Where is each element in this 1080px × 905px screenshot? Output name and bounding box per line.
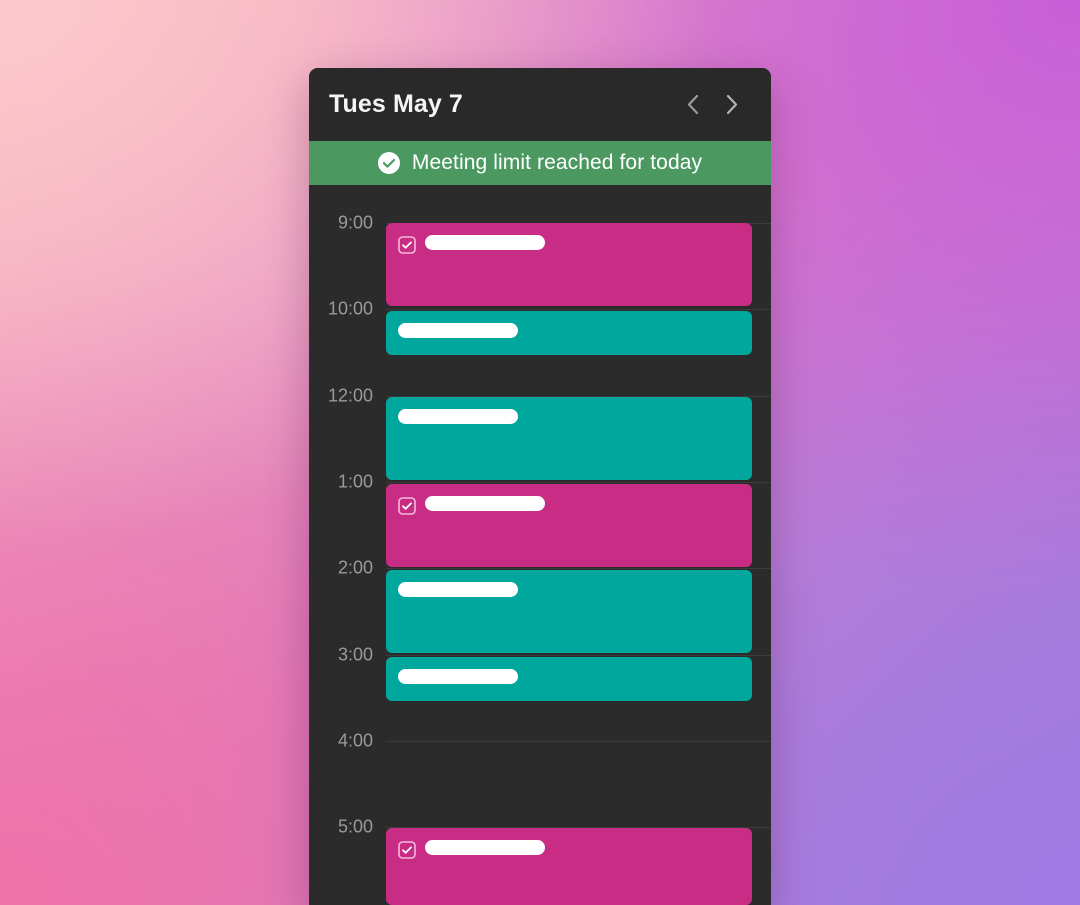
- event-title-placeholder: [425, 496, 545, 511]
- time-label: 9:00: [337, 212, 373, 233]
- event-title-placeholder: [425, 235, 545, 250]
- grid-line: [386, 568, 771, 569]
- time-label: 1:00: [337, 471, 373, 492]
- time-label: 2:00: [337, 557, 373, 578]
- event-title-placeholder: [398, 582, 518, 597]
- time-label: 3:00: [337, 644, 373, 665]
- grid-line: [386, 482, 771, 483]
- event-title-placeholder: [398, 323, 518, 338]
- calendar-event[interactable]: [386, 223, 752, 306]
- date-nav-group: [679, 89, 745, 121]
- checkbox-checked-icon[interactable]: [398, 497, 416, 515]
- time-label: 12:00: [327, 385, 373, 406]
- chevron-right-icon: [726, 94, 739, 115]
- grid-line: [386, 655, 771, 656]
- event-title-placeholder: [398, 409, 518, 424]
- calendar-event[interactable]: [386, 828, 752, 905]
- schedule-grid[interactable]: 9:00 10:00 12:00 1:00 2:00 3:00 4:00 5:00: [309, 185, 771, 905]
- screen: Tues May 7 Meeting limit reached for tod…: [0, 0, 1080, 905]
- event-title-placeholder: [425, 840, 545, 855]
- calendar-header: Tues May 7: [309, 68, 771, 141]
- page-title: Tues May 7: [329, 90, 463, 118]
- time-label: 5:00: [337, 816, 373, 837]
- checkbox-checked-icon[interactable]: [398, 236, 416, 254]
- calendar-event[interactable]: [386, 311, 752, 355]
- check-circle-icon: [377, 152, 400, 174]
- time-label: 10:00: [327, 298, 373, 319]
- event-title-placeholder: [398, 669, 518, 684]
- grid-line: [386, 309, 771, 310]
- calendar-event[interactable]: [386, 484, 752, 567]
- day-calendar-card: Tues May 7 Meeting limit reached for tod…: [309, 68, 771, 905]
- banner-text: Meeting limit reached for today: [411, 151, 703, 174]
- next-day-button[interactable]: [719, 89, 745, 121]
- time-label: 4:00: [337, 730, 373, 751]
- prev-day-button[interactable]: [679, 89, 705, 121]
- chevron-left-icon: [686, 94, 699, 115]
- checkbox-checked-icon[interactable]: [398, 841, 416, 859]
- grid-line: [386, 741, 771, 742]
- calendar-event[interactable]: [386, 570, 752, 653]
- calendar-event[interactable]: [386, 397, 752, 480]
- meeting-limit-banner: Meeting limit reached for today: [309, 141, 771, 185]
- calendar-event[interactable]: [386, 657, 752, 701]
